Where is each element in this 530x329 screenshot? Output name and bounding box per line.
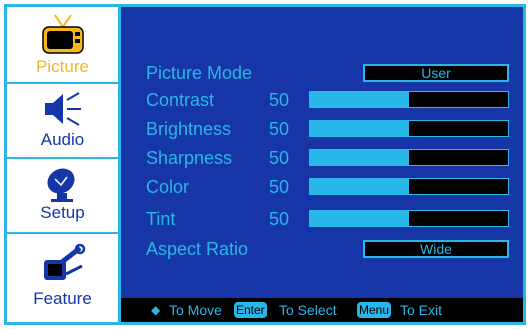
- color-slider-fill: [310, 179, 409, 194]
- key-hint-bar: ◆ To Move Enter To Select Menu To Exit: [121, 298, 523, 322]
- color-slider[interactable]: [309, 178, 509, 195]
- brightness-slider-fill: [310, 121, 409, 136]
- tint-value: 50: [269, 209, 290, 229]
- contrast-slider-fill: [310, 92, 409, 107]
- aspect-ratio-value[interactable]: Wide: [363, 240, 509, 258]
- move-hint: To Move: [169, 302, 222, 318]
- tools-icon: [40, 243, 86, 289]
- tint-slider[interactable]: [309, 210, 509, 227]
- aspect-ratio-label: Aspect Ratio: [146, 239, 249, 259]
- contrast-value: 50: [269, 90, 290, 110]
- sidebar-item-label: Setup: [40, 203, 85, 222]
- sidebar-item-label: Audio: [40, 130, 85, 149]
- brightness-slider[interactable]: [309, 120, 509, 137]
- select-hint: To Select: [279, 302, 337, 318]
- sidebar-item-audio[interactable]: Audio: [7, 82, 118, 157]
- color-label: Color: [146, 177, 190, 197]
- picture-mode-value[interactable]: User: [363, 64, 509, 82]
- satellite-dish-icon: [41, 165, 85, 208]
- exit-hint: To Exit: [400, 302, 443, 318]
- sidebar-item-picture[interactable]: Picture: [7, 7, 118, 82]
- speaker-icon: [41, 90, 85, 133]
- sidebar-item-feature[interactable]: Feature: [7, 232, 118, 322]
- sharpness-label: Sharpness: [146, 148, 233, 168]
- contrast-label: Contrast: [146, 90, 215, 110]
- osd-menu-frame: Picture Audio Setup Feature Picture Mode…: [4, 4, 526, 325]
- settings-panel: Picture Mode User Contrast 50 Brightness…: [121, 7, 523, 322]
- color-value: 50: [269, 177, 290, 197]
- sharpness-value: 50: [269, 148, 290, 168]
- contrast-slider[interactable]: [309, 91, 509, 108]
- brightness-value: 50: [269, 119, 290, 139]
- enter-key-badge: Enter: [234, 302, 267, 318]
- sidebar-item-setup[interactable]: Setup: [7, 157, 118, 232]
- tv-icon: [41, 13, 85, 60]
- menu-key-badge: Menu: [357, 302, 392, 318]
- picture-mode-label: Picture Mode: [146, 63, 253, 83]
- brightness-label: Brightness: [146, 119, 232, 139]
- tint-label: Tint: [146, 209, 176, 229]
- sidebar-item-label: Feature: [33, 289, 92, 308]
- up-down-arrow-icon: ◆: [151, 303, 161, 317]
- sidebar-item-label: Picture: [36, 57, 89, 76]
- tint-slider-fill: [310, 211, 409, 226]
- category-sidebar: Picture Audio Setup Feature: [7, 7, 121, 322]
- sharpness-slider-fill: [310, 150, 409, 165]
- sharpness-slider[interactable]: [309, 149, 509, 166]
